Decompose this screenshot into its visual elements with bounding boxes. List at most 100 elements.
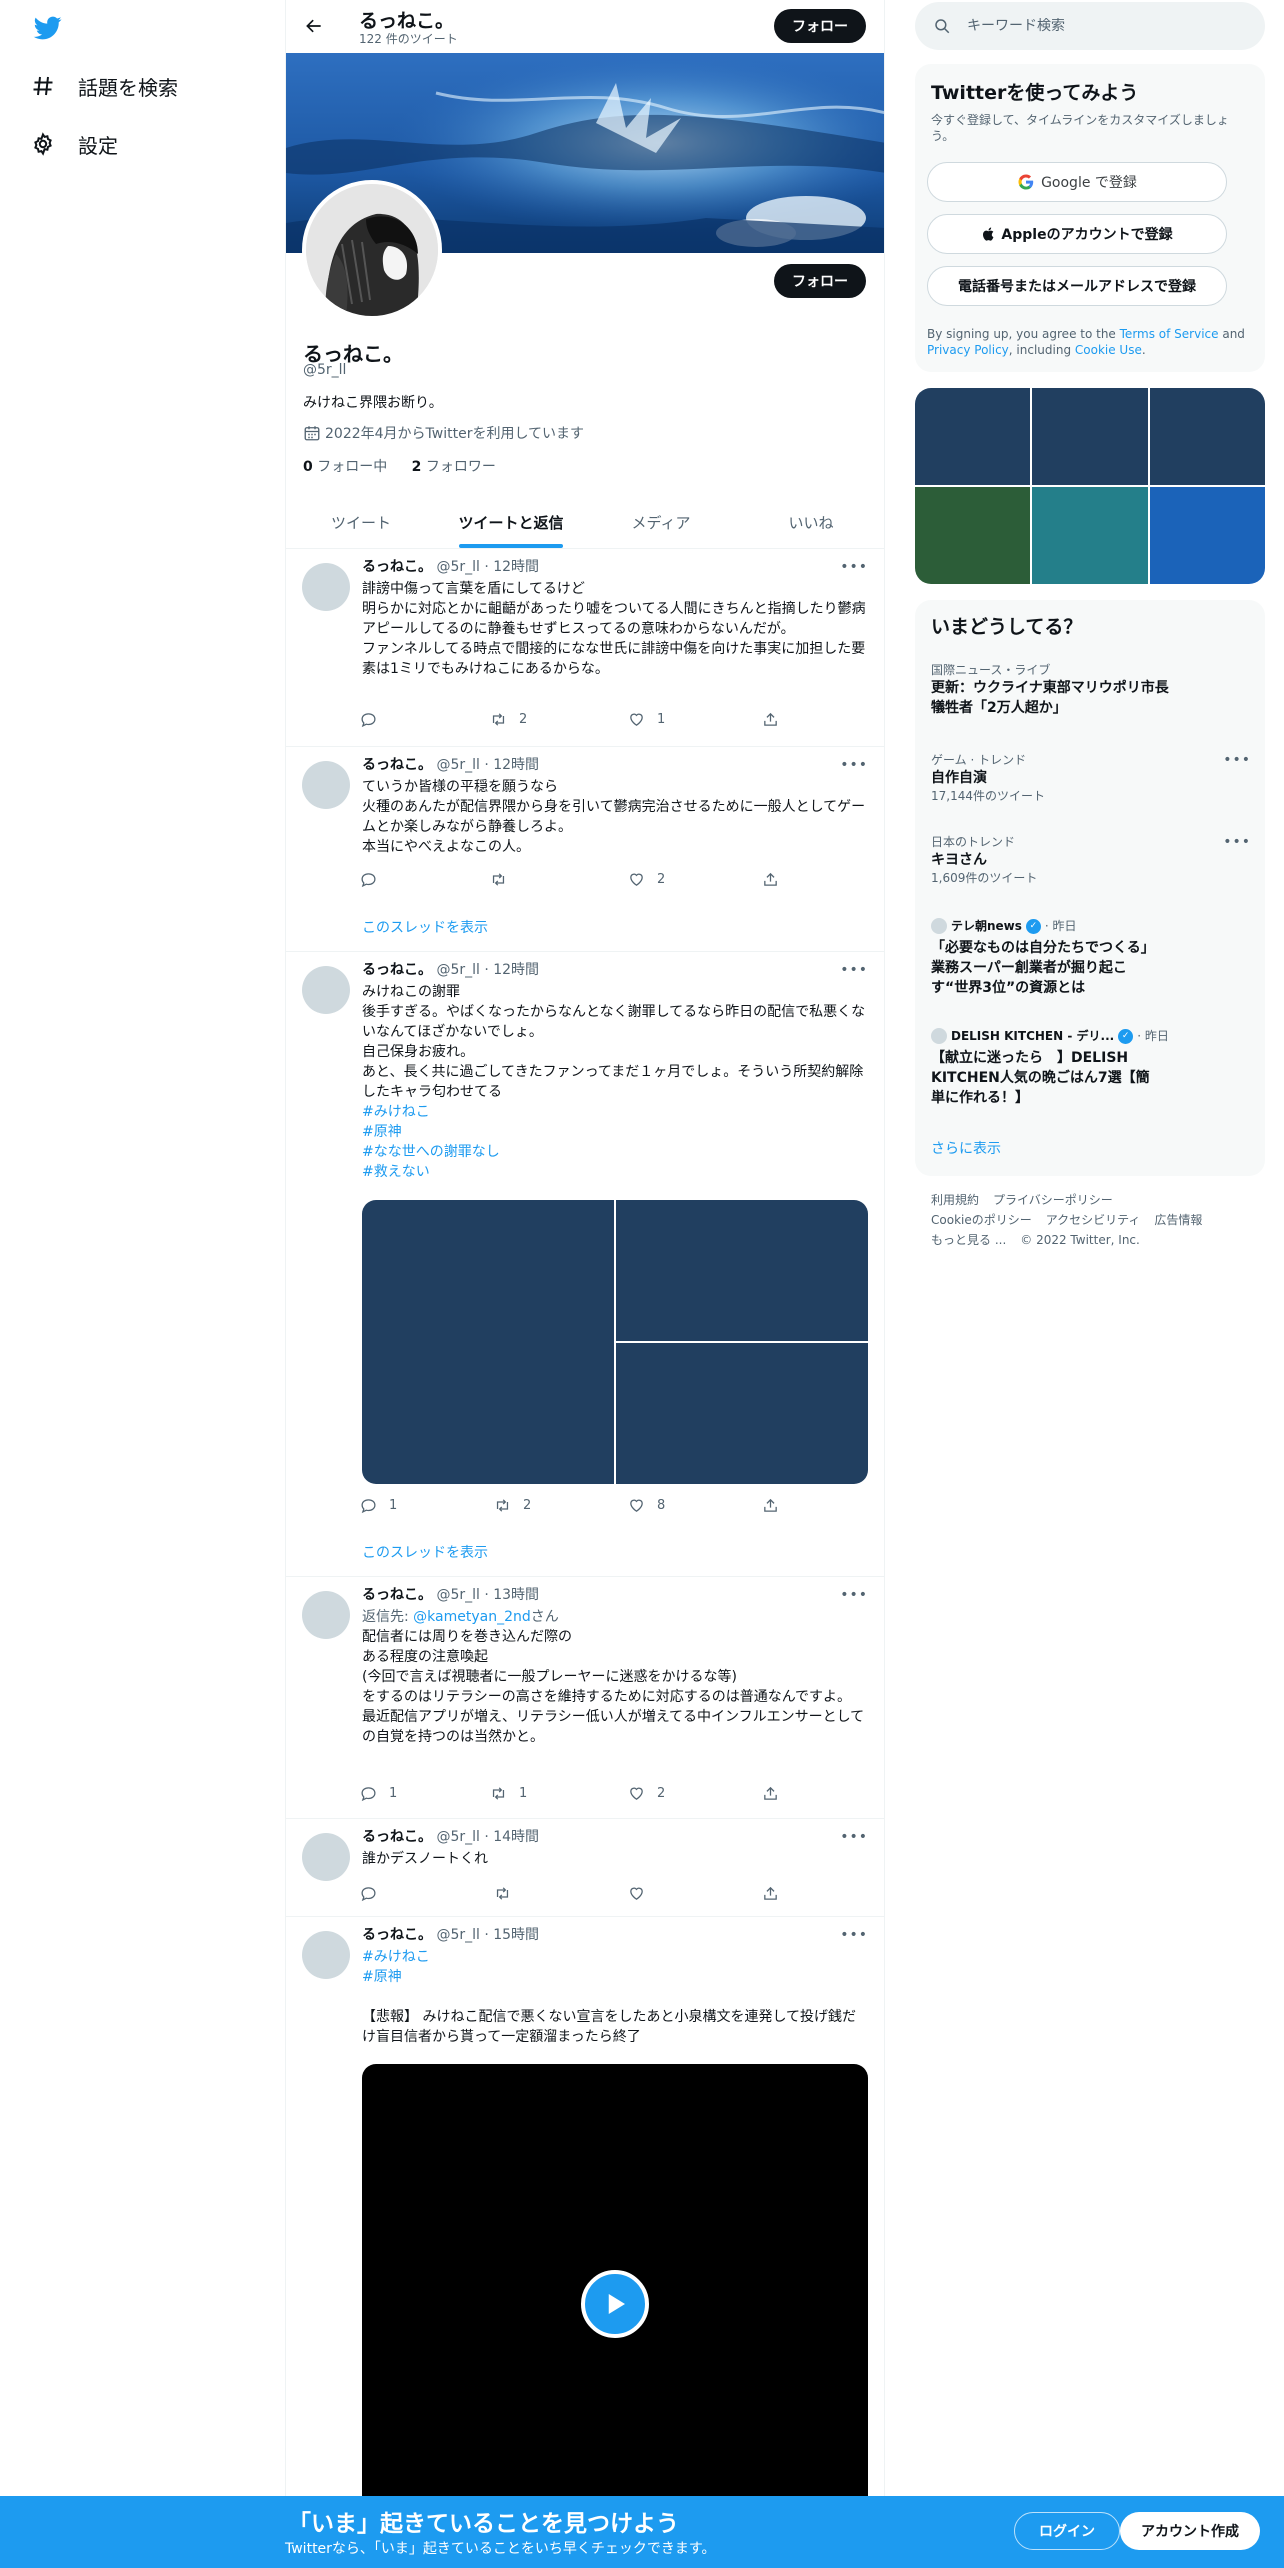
- more-options-icon[interactable]: •••: [840, 559, 868, 575]
- photo-grid-item[interactable]: [915, 388, 1030, 485]
- hashtag-link[interactable]: #救えない: [362, 1162, 870, 1182]
- tweet-video[interactable]: [362, 2064, 868, 2500]
- news-item[interactable]: テレ朝news ✓ · 昨日 「必要なものは自分たちでつくる」 業務スーパー創業…: [931, 918, 1251, 998]
- photo-grid-item[interactable]: [915, 487, 1030, 584]
- tweet-media-image[interactable]: [362, 1200, 614, 1484]
- footer-more-link[interactable]: もっと見る ...: [931, 1233, 1006, 1247]
- hashtag-link[interactable]: #みけねこ: [362, 1102, 870, 1122]
- like-button[interactable]: 8: [628, 1497, 665, 1514]
- apple-signup-button[interactable]: Appleのアカウントで登録: [927, 214, 1227, 254]
- terms-of-service-link[interactable]: Terms of Service: [1120, 327, 1219, 341]
- like-button[interactable]: 2: [628, 871, 665, 888]
- tweet-handle-time[interactable]: @5r_ll · 12時間: [436, 559, 539, 575]
- following-link[interactable]: 0 フォロー中: [303, 459, 387, 475]
- like-button[interactable]: 2: [628, 1785, 665, 1802]
- retweet-button[interactable]: 2: [490, 711, 527, 728]
- more-options-icon[interactable]: •••: [840, 1927, 868, 1943]
- tweet-avatar[interactable]: [302, 761, 350, 809]
- footer-link[interactable]: プライバシーポリシー: [993, 1193, 1113, 1207]
- tweet-media-image[interactable]: [616, 1343, 868, 1484]
- tweet-author[interactable]: るっねこ。: [362, 757, 432, 773]
- share-button[interactable]: [762, 1785, 791, 1802]
- tweet-media-image[interactable]: [616, 1200, 868, 1341]
- more-options-icon[interactable]: •••: [840, 757, 868, 773]
- retweet-button[interactable]: 2: [494, 1497, 531, 1514]
- photo-grid-item[interactable]: [1032, 487, 1148, 584]
- tab-tweets[interactable]: ツイート: [286, 496, 436, 548]
- tweet-avatar[interactable]: [302, 563, 350, 611]
- nav-explore[interactable]: 話題を検索: [30, 64, 178, 108]
- hashtag-link[interactable]: #原神: [362, 1122, 870, 1142]
- more-options-icon[interactable]: •••: [840, 962, 868, 978]
- photo-grid-item[interactable]: [1150, 388, 1265, 485]
- tweet-handle-time[interactable]: @5r_ll · 14時間: [436, 1829, 539, 1845]
- hashtag-link[interactable]: #なな世への謝罪なし: [362, 1142, 870, 1162]
- trend-item[interactable]: 日本のトレンド キヨさん 1,609件のツイート •••: [931, 834, 1251, 886]
- share-button[interactable]: [762, 711, 791, 728]
- trend-item[interactable]: ゲーム · トレンド 自作自演 17,144件のツイート •••: [931, 752, 1251, 804]
- tweet-handle-time[interactable]: @5r_ll · 12時間: [436, 962, 539, 978]
- search-box[interactable]: [915, 2, 1265, 50]
- nav-settings[interactable]: 設定: [30, 122, 118, 166]
- news-item[interactable]: DELISH KITCHEN - デリ... ✓ · 昨日 【献立に迷ったら 】…: [931, 1028, 1251, 1108]
- more-options-icon[interactable]: •••: [1223, 752, 1251, 768]
- tab-likes[interactable]: いいね: [736, 496, 884, 548]
- footer-link[interactable]: 広告情報: [1154, 1213, 1202, 1227]
- show-thread-link[interactable]: このスレッドを表示: [362, 1542, 488, 1562]
- share-button[interactable]: [762, 1497, 791, 1514]
- tweet-avatar[interactable]: [302, 1931, 350, 1979]
- retweet-button[interactable]: [494, 1885, 523, 1902]
- profile-follow-button[interactable]: フォロー: [774, 264, 866, 298]
- tweet-handle-time[interactable]: @5r_ll · 15時間: [436, 1927, 539, 1943]
- more-options-icon[interactable]: •••: [840, 1587, 868, 1603]
- tweet[interactable]: るっねこ。 @5r_ll · 14時間 ••• 誰かデスノートくれ: [286, 1819, 884, 1917]
- reply-button[interactable]: 1: [360, 1785, 397, 1802]
- hashtag-link[interactable]: #みけねこ: [362, 1947, 870, 1967]
- tweet[interactable]: るっねこ。 @5r_ll · 13時間 ••• 返信先: @kametyan_2…: [286, 1577, 884, 1819]
- reply-to-user-link[interactable]: @kametyan_2nd: [413, 1609, 531, 1625]
- profile-avatar[interactable]: [302, 180, 442, 320]
- header-follow-button[interactable]: フォロー: [774, 9, 866, 43]
- like-button[interactable]: [628, 1885, 657, 1902]
- hashtag-link[interactable]: #原神: [362, 1967, 870, 1987]
- show-thread-link[interactable]: このスレッドを表示: [362, 917, 488, 937]
- tweet-handle-time[interactable]: @5r_ll · 12時間: [436, 757, 539, 773]
- more-options-icon[interactable]: •••: [1223, 834, 1251, 850]
- tweet-avatar[interactable]: [302, 1833, 350, 1881]
- login-button[interactable]: ログイン: [1014, 2512, 1120, 2550]
- footer-link[interactable]: アクセシビリティ: [1046, 1213, 1141, 1227]
- privacy-policy-link[interactable]: Privacy Policy: [927, 343, 1009, 357]
- reply-button[interactable]: [360, 871, 389, 888]
- more-options-icon[interactable]: •••: [840, 1829, 868, 1845]
- show-more-link[interactable]: さらに表示: [931, 1138, 1251, 1158]
- tweet-avatar[interactable]: [302, 966, 350, 1014]
- play-icon[interactable]: [581, 2270, 649, 2338]
- tweet-avatar[interactable]: [302, 1591, 350, 1639]
- cookie-use-link[interactable]: Cookie Use: [1075, 343, 1142, 357]
- twitter-logo-icon[interactable]: [32, 14, 64, 42]
- tweet[interactable]: るっねこ。 @5r_ll · 12時間 ••• みけねこの謝罪 後手すぎる。やば…: [286, 952, 884, 1577]
- share-button[interactable]: [762, 1885, 791, 1902]
- tweet-author[interactable]: るっねこ。: [362, 1587, 432, 1603]
- tweet-author[interactable]: るっねこ。: [362, 1829, 432, 1845]
- footer-link[interactable]: Cookieのポリシー: [931, 1213, 1032, 1227]
- back-arrow-icon[interactable]: [296, 8, 332, 44]
- tweet-handle-time[interactable]: @5r_ll · 13時間: [436, 1587, 539, 1603]
- photo-grid-item[interactable]: [1032, 388, 1148, 485]
- footer-link[interactable]: 利用規約: [931, 1193, 979, 1207]
- followers-link[interactable]: 2 フォロワー: [412, 459, 496, 475]
- tab-tweets-and-replies[interactable]: ツイートと返信: [436, 496, 586, 548]
- reply-button[interactable]: 1: [360, 1497, 397, 1514]
- trend-item[interactable]: 国際ニュース・ライブ 更新：ウクライナ東部マリウポリ市長 犠牲者「2万人超か」: [931, 662, 1251, 718]
- tweet-author[interactable]: るっねこ。: [362, 559, 432, 575]
- tweet[interactable]: るっねこ。 @5r_ll · 15時間 ••• #みけねこ #原神 【悲報】 み…: [286, 1917, 884, 2500]
- reply-button[interactable]: [360, 1885, 389, 1902]
- photo-grid-item[interactable]: [1150, 487, 1265, 584]
- reply-button[interactable]: [360, 711, 389, 728]
- phone-email-signup-button[interactable]: 電話番号またはメールアドレスで登録: [927, 266, 1227, 306]
- retweet-button[interactable]: 1: [490, 1785, 527, 1802]
- tweet-author[interactable]: るっねこ。: [362, 962, 432, 978]
- retweet-button[interactable]: [490, 871, 519, 888]
- tweet-author[interactable]: るっねこ。: [362, 1927, 432, 1943]
- signup-button[interactable]: アカウント作成: [1120, 2512, 1260, 2550]
